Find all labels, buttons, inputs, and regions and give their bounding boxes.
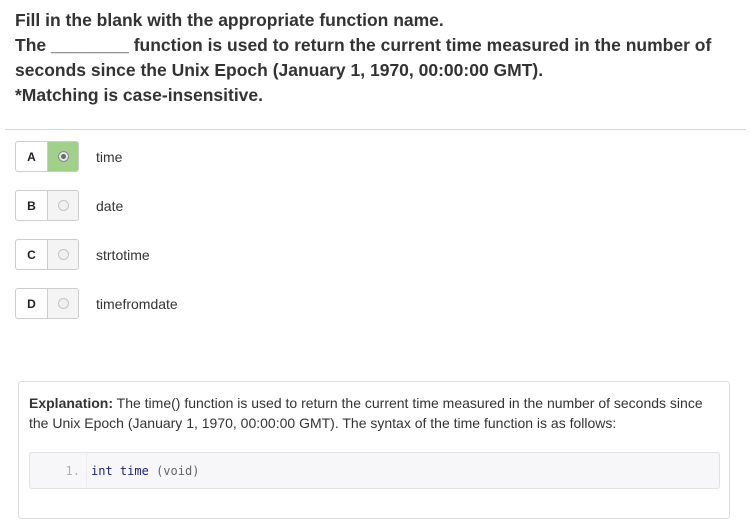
option-c-radio[interactable] <box>57 249 69 260</box>
question-line-3: seconds since the Unix Epoch (January 1,… <box>15 60 544 80</box>
code-token-type: int <box>91 463 113 478</box>
option-a[interactable]: A time <box>15 141 122 172</box>
option-b-label: date <box>96 197 124 214</box>
option-d-radio-cell[interactable] <box>48 289 78 318</box>
code-token-close: ) <box>192 463 200 478</box>
code-line-number: 1. <box>65 463 80 478</box>
code-token-name: time <box>119 463 149 478</box>
option-c-radio-cell[interactable] <box>48 240 78 269</box>
code-token-arg: void <box>163 463 193 478</box>
option-d-radio[interactable] <box>57 298 69 309</box>
explanation-body: The time() function is used to return th… <box>29 395 703 431</box>
code-line: int time (void) <box>87 464 199 478</box>
option-b-radio[interactable] <box>57 200 69 211</box>
explanation-panel: Explanation: The time() function is used… <box>18 381 730 519</box>
code-block: 1. int time (void) <box>29 452 720 489</box>
option-b-radio-cell[interactable] <box>48 191 78 220</box>
option-d-label: timefromdate <box>96 295 178 312</box>
option-c-box[interactable]: C <box>15 239 79 270</box>
option-a-letter: A <box>16 142 48 171</box>
option-d-box[interactable]: D <box>15 288 79 319</box>
option-b-box[interactable]: B <box>15 190 79 221</box>
question-line-4: *Matching is case-insensitive. <box>15 85 264 105</box>
option-a-box[interactable]: A <box>15 141 79 172</box>
question-line-1: Fill in the blank with the appropriate f… <box>15 10 444 30</box>
explanation-text: Explanation: The time() function is used… <box>29 393 719 433</box>
question-text: Fill in the blank with the appropriate f… <box>15 8 740 108</box>
option-d[interactable]: D timefromdate <box>15 288 178 319</box>
option-a-label: time <box>96 148 123 165</box>
option-c-label: strtotime <box>96 246 150 263</box>
explanation-heading: Explanation: <box>29 395 114 411</box>
option-c-letter: C <box>16 240 48 269</box>
option-c[interactable]: C strtotime <box>15 239 150 270</box>
option-a-radio-cell[interactable] <box>48 142 78 171</box>
question-line-2: The ________ function is used to return … <box>15 35 712 55</box>
option-a-radio[interactable] <box>57 151 69 162</box>
option-b-letter: B <box>16 191 48 220</box>
option-b[interactable]: B date <box>15 190 123 221</box>
option-d-letter: D <box>16 289 48 318</box>
divider <box>5 129 746 130</box>
